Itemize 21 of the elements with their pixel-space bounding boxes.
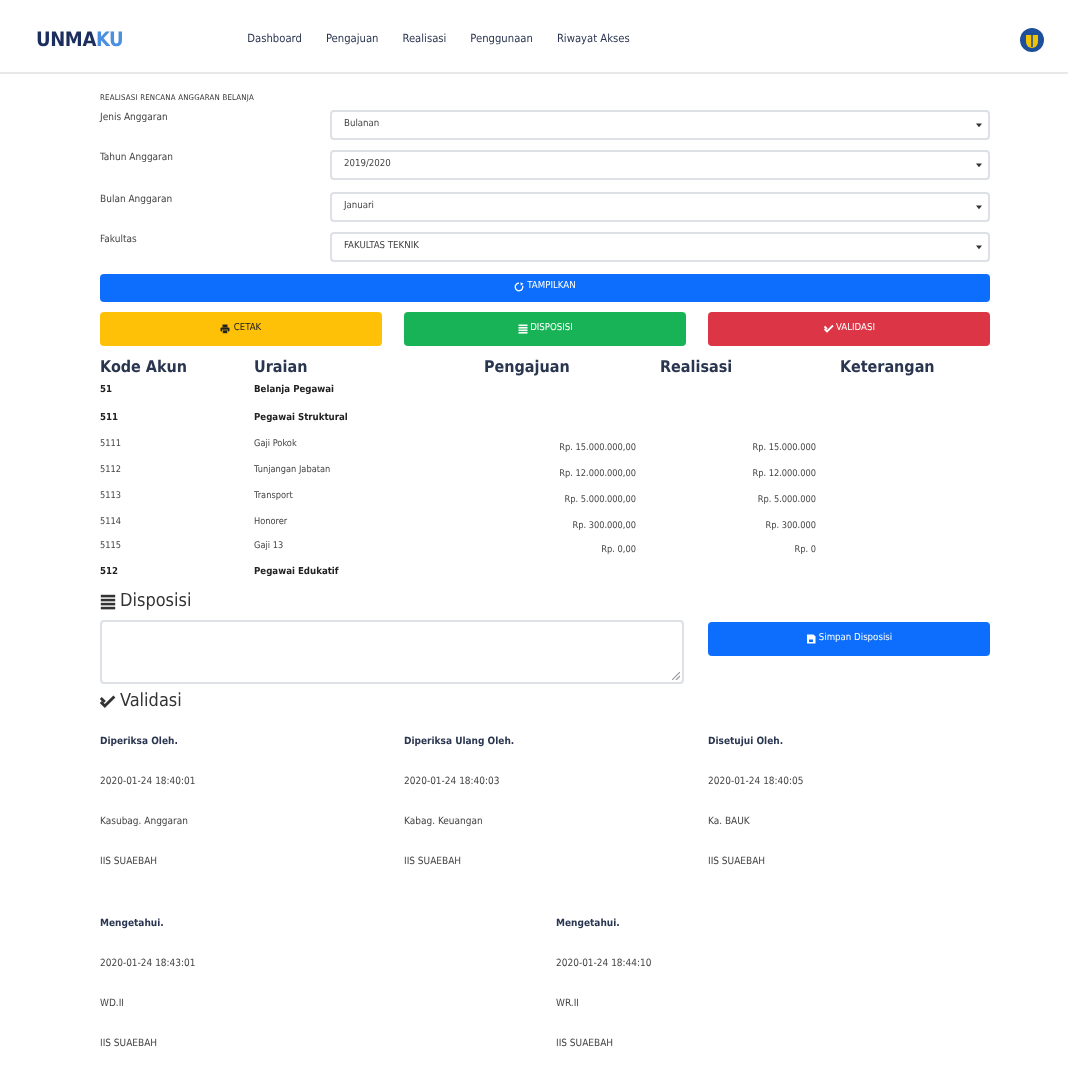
- column-header: Kode Akun: [100, 358, 190, 381]
- caret-icon: [976, 162, 982, 169]
- section-heading: Validasi: [120, 692, 182, 713]
- brand-logo[interactable]: UNMAKU: [36, 29, 124, 51]
- column-header: Pengajuan: [484, 358, 572, 381]
- section-heading: Disposisi: [120, 592, 192, 613]
- column-header: Realisasi: [660, 358, 735, 381]
- double-check-icon: [823, 324, 833, 335]
- list-icon: [100, 594, 116, 611]
- column-header: Uraian: [254, 358, 310, 381]
- resize-handle-icon[interactable]: [672, 672, 680, 681]
- list-icon: [517, 324, 528, 335]
- caret-icon: [976, 243, 982, 250]
- printer-icon: [220, 324, 231, 335]
- double-check-icon: [100, 694, 116, 711]
- caret-icon: [976, 122, 982, 128]
- refresh-icon: [514, 282, 525, 293]
- emblem-icon[interactable]: [1020, 28, 1044, 52]
- floppy-disk-icon: [805, 633, 816, 644]
- caret-icon: [976, 203, 982, 210]
- column-header: Keterangan: [840, 358, 937, 381]
